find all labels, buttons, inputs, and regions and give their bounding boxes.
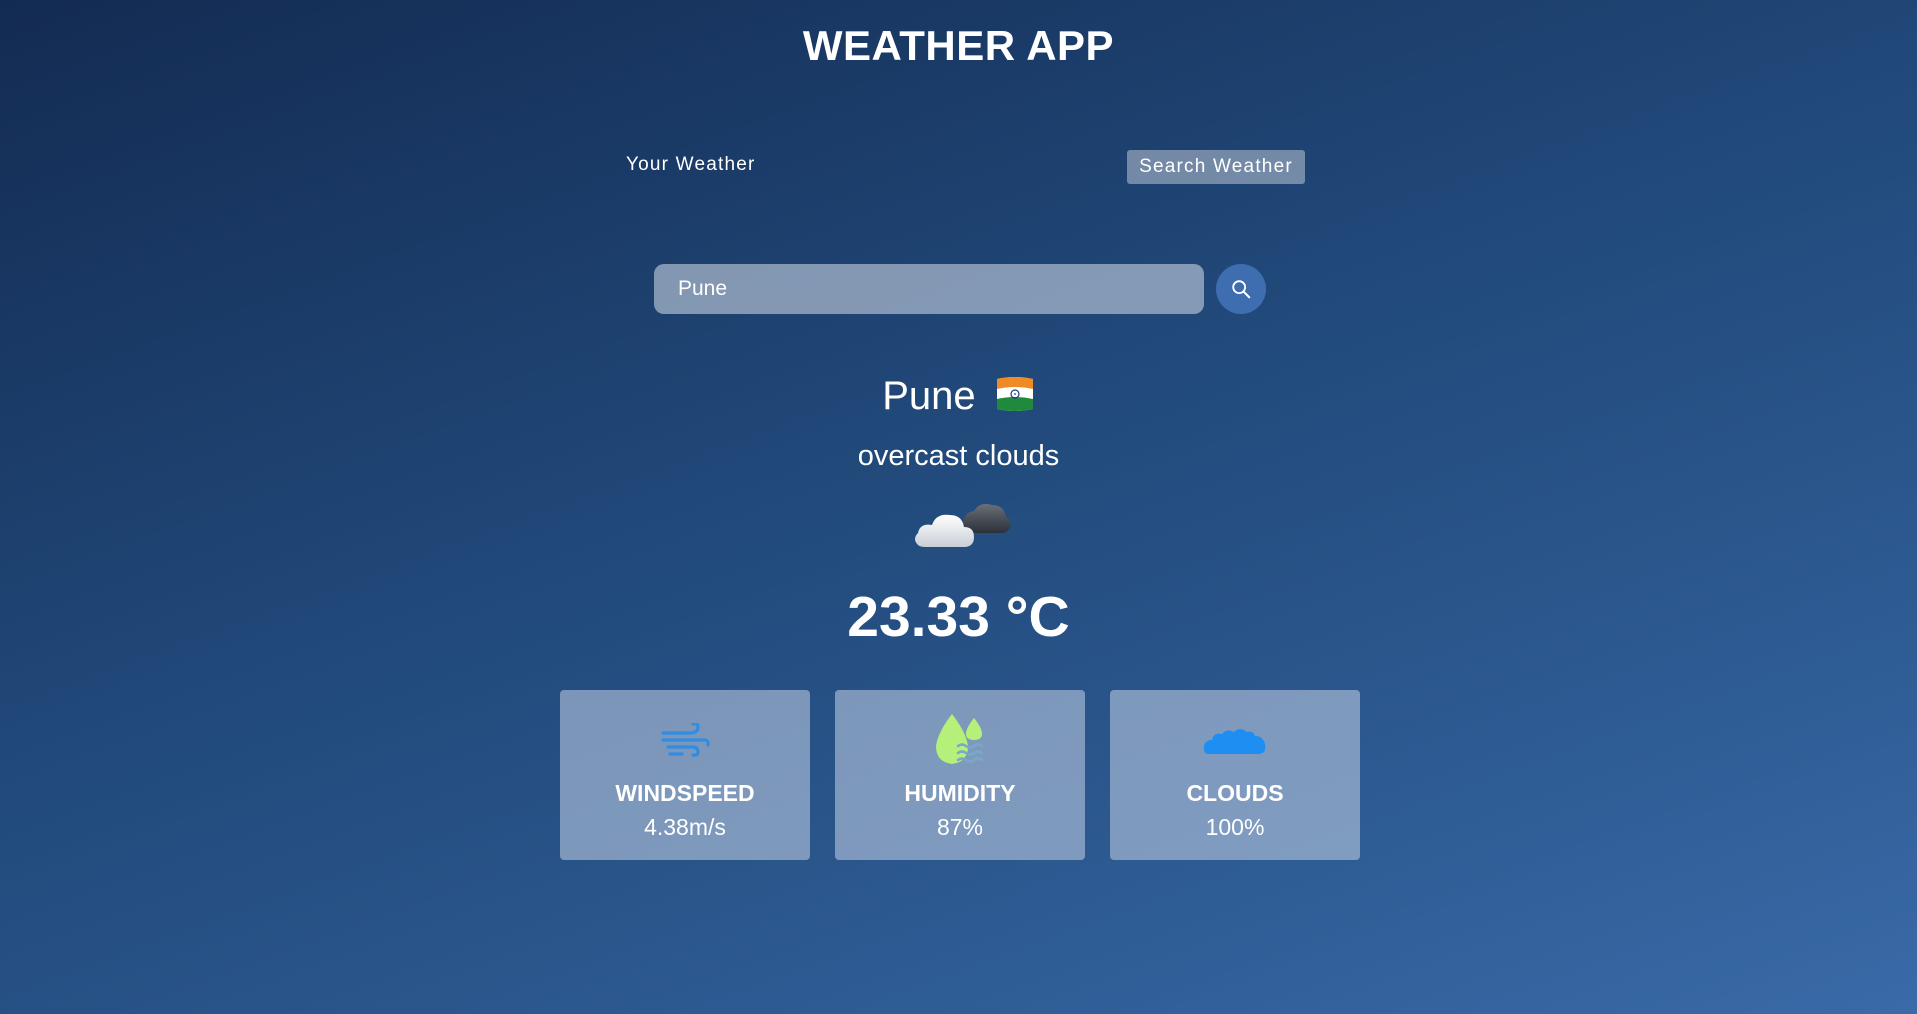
wind-icon: [661, 723, 710, 757]
cloud-icon: [915, 503, 1011, 547]
search-button[interactable]: [1216, 264, 1266, 314]
temperature: 23.33 °C: [847, 585, 1070, 649]
city-row: Pune: [0, 372, 1917, 420]
app-title: WEATHER APP: [802, 22, 1115, 69]
humidity-label: HUMIDITY: [904, 780, 1016, 806]
windspeed-label: WINDSPEED: [615, 780, 755, 806]
clouds-icon: [1203, 729, 1266, 754]
windspeed-value: 4.38m/s: [644, 814, 726, 840]
weather-description: overcast clouds: [857, 440, 1060, 472]
tab-your-weather[interactable]: Your Weather: [626, 154, 756, 176]
city-name: Pune: [882, 374, 976, 418]
clouds-label: CLOUDS: [1186, 780, 1284, 806]
windspeed-card: WINDSPEED 4.38m/s: [560, 690, 810, 860]
india-flag-icon: [996, 377, 1033, 412]
humidity-card: HUMIDITY 87%: [835, 690, 1085, 860]
humidity-icon: [936, 714, 984, 764]
clouds-card: CLOUDS 100%: [1110, 690, 1360, 860]
tab-search-weather[interactable]: Search Weather: [1127, 150, 1305, 184]
clouds-value: 100%: [1205, 814, 1265, 840]
search-icon: [1232, 280, 1251, 299]
search-input[interactable]: [654, 264, 1204, 314]
humidity-value: 87%: [936, 814, 984, 840]
